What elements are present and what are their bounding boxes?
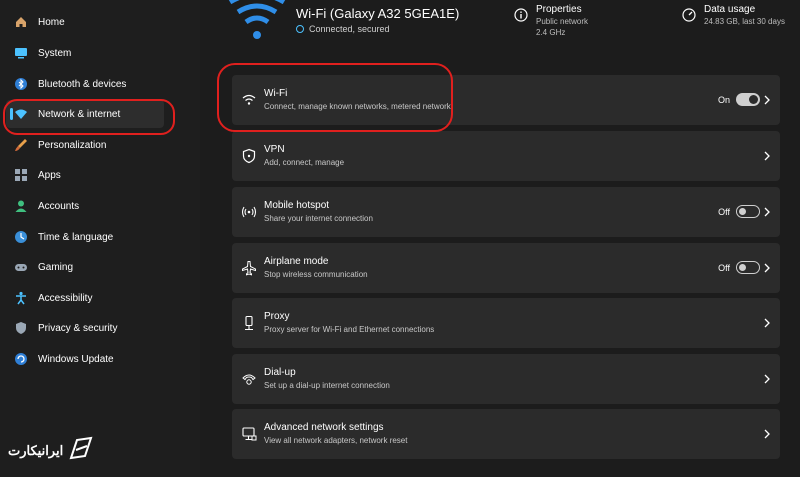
sidebar-item-label: Accessibility [38, 292, 93, 304]
data-usage-link[interactable]: Data usage 24.83 GB, last 30 days [682, 4, 785, 27]
highlight-annotation [217, 63, 453, 132]
mobile-hotspot-card[interactable]: Mobile hotspot Share your internet conne… [232, 187, 780, 237]
hotspot-subtitle: Share your internet connection [264, 214, 373, 223]
logo-mark-icon [67, 434, 95, 467]
chevron-right-icon [762, 372, 772, 386]
bluetooth-icon [14, 77, 28, 91]
globe-clock-icon [14, 230, 28, 244]
update-icon [14, 352, 28, 366]
data-usage-amount: 24.83 GB, last 30 days [704, 17, 785, 26]
sidebar-item-label: Gaming [38, 261, 74, 273]
sidebar-item-label: Windows Update [38, 353, 114, 365]
data-usage-title: Data usage [704, 4, 756, 15]
airplane-toggle[interactable] [736, 261, 760, 274]
sidebar-item-system[interactable]: System [6, 39, 164, 67]
vpn-shield-icon [241, 148, 257, 164]
gauge-icon [682, 8, 696, 22]
proxy-icon [241, 315, 257, 331]
chevron-right-icon [762, 427, 772, 441]
hotspot-state-label: Off [718, 207, 730, 217]
status-text: Connected, secured [309, 24, 390, 34]
vpn-title: VPN [264, 144, 285, 155]
vpn-subtitle: Add, connect, manage [264, 158, 345, 167]
proxy-title: Proxy [264, 311, 290, 322]
network-title: Wi-Fi (Galaxy A32 5GEA1E) [296, 6, 460, 21]
brand-logo: ایرانیکارت [8, 434, 95, 467]
advanced-title: Advanced network settings [264, 422, 384, 433]
properties-title: Properties [536, 4, 582, 15]
brush-icon [14, 138, 28, 152]
sidebar-item-gaming[interactable]: Gaming [6, 253, 164, 281]
properties-network: Public network [536, 17, 589, 26]
hotspot-icon [241, 204, 257, 220]
sidebar-item-label: System [38, 47, 72, 59]
monitor-network-icon [241, 426, 257, 442]
home-icon [14, 15, 28, 29]
sidebar-item-bluetooth[interactable]: Bluetooth & devices [6, 70, 164, 98]
proxy-subtitle: Proxy server for Wi-Fi and Ethernet conn… [264, 325, 435, 334]
airplane-icon [241, 260, 257, 276]
wifi-large-icon [226, 0, 288, 42]
apps-icon [14, 168, 28, 182]
chevron-right-icon [762, 316, 772, 330]
sidebar-item-label: Personalization [38, 139, 107, 151]
dial-up-card[interactable]: Dial-up Set up a dial-up internet connec… [232, 354, 780, 404]
account-icon [14, 199, 28, 213]
sidebar-item-label: Accounts [38, 200, 80, 212]
airplane-mode-card[interactable]: Airplane mode Stop wireless communicatio… [232, 243, 780, 293]
sidebar-item-windows-update[interactable]: Windows Update [6, 345, 164, 373]
sidebar: Home System Bluetooth & devices Network … [0, 0, 200, 477]
vpn-settings-card[interactable]: VPN Add, connect, manage [232, 131, 780, 181]
chevron-right-icon [762, 205, 772, 219]
sidebar-item-label: Home [38, 16, 65, 28]
info-icon [514, 8, 528, 22]
airplane-title: Airplane mode [264, 256, 329, 267]
properties-link[interactable]: Properties Public network 2.4 GHz [514, 4, 588, 38]
chevron-right-icon [762, 261, 772, 275]
properties-band: 2.4 GHz [536, 28, 566, 37]
dialup-title: Dial-up [264, 367, 296, 378]
airplane-state-label: Off [718, 263, 730, 273]
advanced-subtitle: View all network adapters, network reset [264, 436, 408, 445]
sidebar-item-label: Privacy & security [38, 322, 118, 334]
chevron-right-icon [762, 93, 772, 107]
gamepad-icon [14, 260, 28, 274]
airplane-subtitle: Stop wireless communication [264, 270, 368, 279]
highlight-annotation [3, 99, 175, 135]
accessibility-icon [14, 291, 28, 305]
sidebar-item-apps[interactable]: Apps [6, 161, 164, 189]
wifi-toggle[interactable] [736, 93, 760, 106]
sidebar-item-home[interactable]: Home [6, 8, 164, 36]
shield-icon [14, 321, 28, 335]
dialup-subtitle: Set up a dial-up internet connection [264, 381, 390, 390]
sidebar-item-accounts[interactable]: Accounts [6, 192, 164, 220]
system-icon [14, 46, 28, 60]
sidebar-item-label: Time & language [38, 231, 114, 243]
chevron-right-icon [762, 149, 772, 163]
connection-status: Connected, secured [296, 24, 390, 34]
advanced-network-card[interactable]: Advanced network settings View all netwo… [232, 409, 780, 459]
sidebar-item-time-language[interactable]: Time & language [6, 223, 164, 251]
hotspot-title: Mobile hotspot [264, 200, 330, 211]
sidebar-item-label: Bluetooth & devices [38, 78, 127, 90]
dialup-icon [241, 371, 257, 387]
sidebar-item-label: Apps [38, 169, 61, 181]
sidebar-item-accessibility[interactable]: Accessibility [6, 284, 164, 312]
wifi-state-label: On [717, 95, 730, 105]
sidebar-item-personalization[interactable]: Personalization [6, 131, 164, 159]
status-dot-icon [296, 25, 304, 33]
hotspot-toggle[interactable] [736, 205, 760, 218]
logo-text: ایرانیکارت [8, 442, 64, 458]
proxy-card[interactable]: Proxy Proxy server for Wi-Fi and Etherne… [232, 298, 780, 348]
sidebar-item-privacy[interactable]: Privacy & security [6, 314, 164, 342]
